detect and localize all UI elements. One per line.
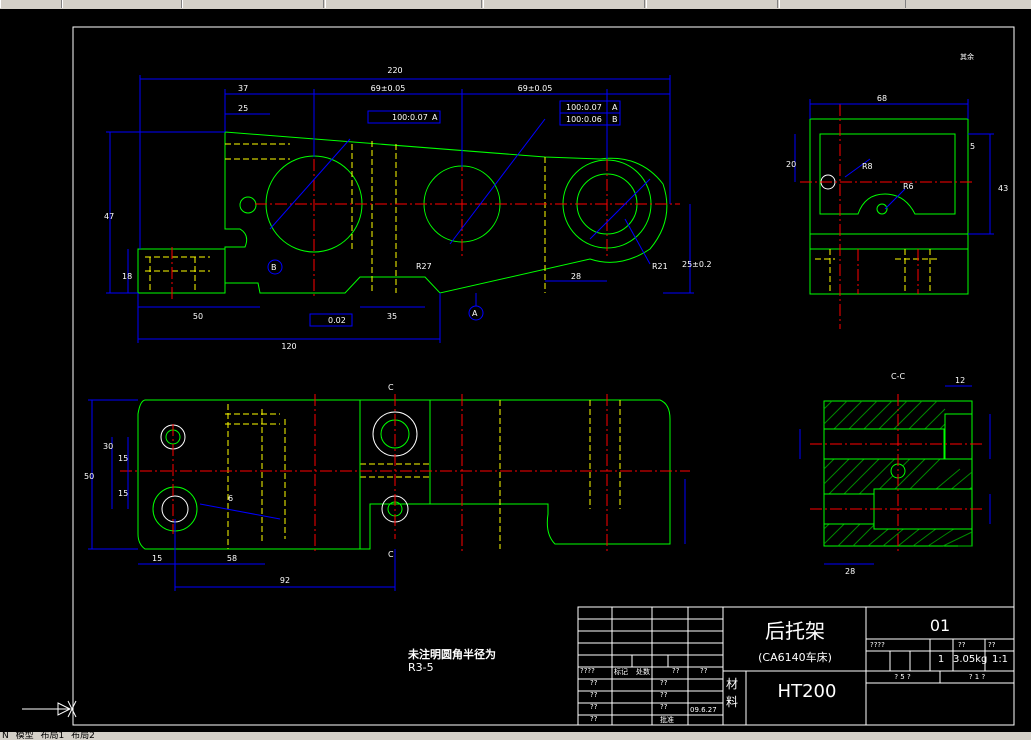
svg-text:30: 30 xyxy=(103,442,113,451)
svg-text:50: 50 xyxy=(193,312,203,321)
title-row-label: ?? xyxy=(672,667,680,675)
section-view: C-C 12 28 xyxy=(799,372,991,576)
tab-nav[interactable]: N xyxy=(0,732,11,740)
svg-text:5: 5 xyxy=(970,142,975,151)
weight: 3.05kg xyxy=(953,654,988,665)
svg-text:C-C: C-C xyxy=(891,372,905,381)
drawing-number: 01 xyxy=(929,616,951,635)
svg-text:其余: 其余 xyxy=(960,52,974,61)
svg-text:6: 6 xyxy=(228,494,233,503)
svg-text:C: C xyxy=(388,550,394,559)
scale: 1:1 xyxy=(991,654,1009,665)
title-row-label: ?? xyxy=(700,667,708,675)
svg-text:20: 20 xyxy=(786,160,796,169)
svg-text:68: 68 xyxy=(877,94,887,103)
cad-drawing: 220 37 69±0.05 69±0.05 25 47 18 50 120 3… xyxy=(72,26,1015,726)
layer-dropdown[interactable] xyxy=(325,0,482,8)
title-row-label: ?? xyxy=(590,703,598,711)
svg-text:28: 28 xyxy=(571,272,581,281)
svg-text:12: 12 xyxy=(955,376,965,385)
lineweight-dropdown[interactable] xyxy=(646,0,778,8)
quantity: 1 xyxy=(937,654,945,665)
stage-label: ???? xyxy=(870,641,885,649)
svg-text:A: A xyxy=(472,309,478,318)
title-row-label: 处数 xyxy=(636,668,650,676)
svg-text:R6: R6 xyxy=(903,182,914,191)
svg-text:43: 43 xyxy=(998,184,1008,193)
toolbar-dropdown[interactable] xyxy=(182,0,324,8)
front-view: 220 37 69±0.05 69±0.05 25 47 18 50 120 3… xyxy=(104,66,712,351)
title-row-label: ?? xyxy=(660,691,668,699)
sheet-number: ? 1 ? xyxy=(968,673,986,681)
svg-text:25±0.2: 25±0.2 xyxy=(682,260,712,269)
svg-text:120: 120 xyxy=(281,342,296,351)
title-row-label: ?? xyxy=(590,715,598,723)
svg-text:100:0.07: 100:0.07 xyxy=(566,103,602,112)
svg-text:220: 220 xyxy=(387,66,402,75)
toolbar-button[interactable] xyxy=(0,0,62,8)
svg-text:A: A xyxy=(432,113,438,122)
svg-text:0.02: 0.02 xyxy=(328,316,346,325)
stage-label: ?? xyxy=(958,641,966,649)
svg-text:92: 92 xyxy=(280,576,290,585)
svg-text:69±0.05: 69±0.05 xyxy=(518,84,553,93)
sheet-total: ? 5 ? xyxy=(894,673,911,681)
svg-text:R21: R21 xyxy=(652,262,668,271)
machine-name: (CA6140车床) xyxy=(758,651,832,664)
svg-text:69±0.05: 69±0.05 xyxy=(371,84,406,93)
drawing-canvas[interactable]: 220 37 69±0.05 69±0.05 25 47 18 50 120 3… xyxy=(0,9,1031,732)
title-row-label: ???? xyxy=(580,667,595,675)
svg-text:28: 28 xyxy=(845,567,855,576)
svg-text:47: 47 xyxy=(104,212,114,221)
tab-layout2[interactable]: 布局2 xyxy=(69,732,97,740)
svg-text:C: C xyxy=(388,383,394,392)
toolbar-dropdown[interactable] xyxy=(62,0,182,8)
svg-text:100:0.07: 100:0.07 xyxy=(392,113,428,122)
svg-text:15: 15 xyxy=(118,454,128,463)
color-dropdown[interactable] xyxy=(779,0,906,8)
note-line-1: 未注明圆角半径为 xyxy=(408,648,496,661)
svg-text:A: A xyxy=(612,103,618,112)
svg-text:R27: R27 xyxy=(416,262,432,271)
svg-text:100:0.06: 100:0.06 xyxy=(566,115,602,124)
title-row-label: ?? xyxy=(590,679,598,687)
material-label: 材料 xyxy=(726,677,739,709)
tab-model[interactable]: 模型 xyxy=(14,732,36,740)
linetype-dropdown[interactable] xyxy=(483,0,645,8)
top-view: 92 58 15 30 50 15 15 6 C C xyxy=(84,383,690,591)
ucs-icon xyxy=(22,700,77,718)
svg-text:B: B xyxy=(271,263,277,272)
svg-text:50: 50 xyxy=(84,472,94,481)
title-row-label: ?? xyxy=(590,691,598,699)
svg-text:B: B xyxy=(612,115,618,124)
layout-tabs: N 模型 布局1 布局2 xyxy=(0,732,1031,740)
note-line-2: R3-5 xyxy=(408,661,434,674)
title-row-label: 标记 xyxy=(614,668,628,676)
stage-label: ?? xyxy=(988,641,996,649)
side-view: 68 43 5 20 R8 R6 其余 xyxy=(786,52,1008,329)
title-row-label: ?? xyxy=(660,703,668,711)
svg-text:R8: R8 xyxy=(862,162,873,171)
title-row-label: 批准 xyxy=(660,716,674,724)
svg-text:35: 35 xyxy=(387,312,397,321)
svg-text:15: 15 xyxy=(118,489,128,498)
material-value: HT200 xyxy=(777,681,837,702)
tab-layout1[interactable]: 布局1 xyxy=(39,732,67,740)
drawing-date: 09.6.27 xyxy=(690,706,717,714)
svg-text:37: 37 xyxy=(238,84,248,93)
svg-text:15: 15 xyxy=(152,554,162,563)
svg-text:18: 18 xyxy=(122,272,132,281)
svg-text:58: 58 xyxy=(227,554,237,563)
part-name: 后托架 xyxy=(765,619,825,643)
title-row-label: ?? xyxy=(660,679,668,687)
svg-text:25: 25 xyxy=(238,104,248,113)
